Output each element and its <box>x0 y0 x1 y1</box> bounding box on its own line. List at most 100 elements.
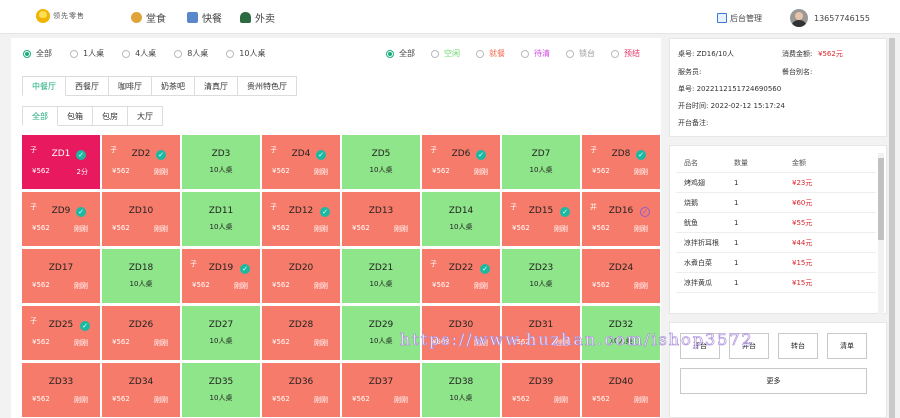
table-card[interactable]: ZD39 ¥562 刚刚 <box>502 363 580 417</box>
list-item[interactable]: 烤鸡翅 1 ¥23元 <box>676 173 876 193</box>
table-card[interactable]: ZD7 10人桌 <box>502 135 580 189</box>
status-filter-to-clean[interactable]: 待清 <box>521 48 550 59</box>
list-item[interactable]: 鱿鱼 1 ¥55元 <box>676 213 876 233</box>
table-status: 刚刚 <box>554 225 568 233</box>
nav-fast-food[interactable]: 快餐 <box>187 10 222 25</box>
page-scrollbar[interactable] <box>888 38 896 418</box>
table-card[interactable]: ZD11 10人桌 <box>182 192 260 246</box>
table-card[interactable]: ZD40 ¥562 刚刚 <box>582 363 660 417</box>
table-card[interactable]: ZD24 ¥562 刚刚 <box>582 249 660 303</box>
table-name: ZD26 <box>128 320 154 330</box>
tab-hall-chinese[interactable]: 中餐厅 <box>22 76 66 96</box>
table-status: 刚刚 <box>314 168 328 176</box>
table-tag: 子 <box>110 146 117 154</box>
list-item[interactable]: 烧鹅 1 ¥60元 <box>676 193 876 213</box>
table-card[interactable]: ZD15 ¥562 刚刚子 ✓ <box>502 192 580 246</box>
size-filter-4[interactable]: 4人桌 <box>122 48 156 59</box>
table-panel: 全部 1人桌 4人桌 8人桌 10人桌 全部 空闲 就餐 待清 锁台 预结 中餐… <box>11 38 661 418</box>
tab-area-hall[interactable]: 大厅 <box>128 106 163 126</box>
table-name: ZD18 <box>128 263 154 273</box>
status-filter-locked[interactable]: 锁台 <box>566 48 595 59</box>
table-card[interactable]: ZD8 ¥562 刚刚子 ✓ <box>582 135 660 189</box>
table-card[interactable]: ZD33 ¥562 刚刚 <box>22 363 100 417</box>
table-card[interactable]: ZD21 10人桌 <box>342 249 420 303</box>
table-name: ZD32 <box>608 320 634 330</box>
table-tag: 并 <box>590 203 597 211</box>
list-item[interactable]: 水煮白菜 1 ¥15元 <box>676 253 876 273</box>
table-card[interactable]: ZD4 ¥562 刚刚子 ✓ <box>262 135 340 189</box>
table-card[interactable]: ZD22 ¥562 刚刚子 ✓ <box>422 249 500 303</box>
tab-area-box[interactable]: 包箱 <box>58 106 93 126</box>
table-card[interactable]: ZD10 ¥562 刚刚 <box>102 192 180 246</box>
tab-hall-tea[interactable]: 奶茶吧 <box>152 76 195 96</box>
table-card[interactable]: ZD14 10人桌 <box>422 192 500 246</box>
table-card[interactable]: ZD1 ¥562 2分子 ✓ <box>22 135 100 189</box>
size-filter-1[interactable]: 1人桌 <box>70 48 104 59</box>
table-card[interactable]: ZD26 ¥562 刚刚 <box>102 306 180 360</box>
tab-hall-guizhou[interactable]: 贵州特色厅 <box>238 76 297 96</box>
table-card[interactable]: ZD12 ¥562 刚刚子 ✓ <box>262 192 340 246</box>
size-filter-all[interactable]: 全部 <box>23 48 52 59</box>
more-button[interactable]: 更多 <box>680 368 867 394</box>
table-card[interactable]: ZD3 10人桌 <box>182 135 260 189</box>
table-card[interactable]: ZD17 ¥562 刚刚 <box>22 249 100 303</box>
table-card[interactable]: ZD16 ¥562 刚刚并 ✓ <box>582 192 660 246</box>
table-capacity: 10人桌 <box>209 223 233 231</box>
table-amount: ¥562 <box>272 281 290 289</box>
transfer-table-button[interactable]: 转台 <box>778 333 818 359</box>
table-card[interactable]: ZD20 ¥562 刚刚 <box>262 249 340 303</box>
table-card[interactable]: ZD19 ¥562 刚刚子 ✓ <box>182 249 260 303</box>
tab-hall-cafe[interactable]: 咖啡厅 <box>109 76 152 96</box>
table-card[interactable]: ZD18 10人桌 <box>102 249 180 303</box>
table-card[interactable]: ZD9 ¥562 刚刚子 ✓ <box>22 192 100 246</box>
table-name: ZD10 <box>128 206 154 216</box>
table-capacity: 10人桌 <box>449 394 473 402</box>
avatar[interactable] <box>790 9 808 27</box>
list-item[interactable]: 凉拌黄瓜 1 ¥15元 <box>676 273 876 293</box>
bill-list-button[interactable]: 清单 <box>827 333 867 359</box>
table-capacity: 10人桌 <box>209 394 233 402</box>
table-card[interactable]: ZD34 ¥562 刚刚 <box>102 363 180 417</box>
table-card[interactable]: ZD6 ¥562 刚刚子 ✓ <box>422 135 500 189</box>
size-filter-10[interactable]: 10人桌 <box>226 48 265 59</box>
table-status: 刚刚 <box>314 339 328 347</box>
tab-hall-western[interactable]: 西餐厅 <box>66 76 109 96</box>
scrollbar-thumb[interactable] <box>878 158 884 240</box>
table-card[interactable]: ZD23 10人桌 <box>502 249 580 303</box>
size-filter: 全部 1人桌 4人桌 8人桌 10人桌 <box>23 48 265 59</box>
table-card[interactable]: ZD13 ¥562 刚刚 <box>342 192 420 246</box>
table-name: ZD40 <box>608 377 634 387</box>
table-status: 刚刚 <box>634 396 648 404</box>
table-capacity: 10人桌 <box>129 280 153 288</box>
check-icon: ✓ <box>76 207 86 217</box>
size-filter-8[interactable]: 8人桌 <box>174 48 208 59</box>
table-status: 刚刚 <box>154 225 168 233</box>
table-card[interactable]: ZD2 ¥562 刚刚子 ✓ <box>102 135 180 189</box>
table-card[interactable]: ZD25 ¥562 刚刚子 ✓ <box>22 306 100 360</box>
table-card[interactable]: ZD5 10人桌 <box>342 135 420 189</box>
status-filter-dining[interactable]: 就餐 <box>476 48 505 59</box>
table-card[interactable]: ZD36 ¥562 刚刚 <box>262 363 340 417</box>
table-card[interactable]: ZD35 10人桌 <box>182 363 260 417</box>
scrollbar-thumb[interactable] <box>889 38 895 418</box>
status-filter-prebill[interactable]: 预结 <box>611 48 640 59</box>
list-item[interactable]: 凉拌折耳根 1 ¥44元 <box>676 233 876 253</box>
table-status: 刚刚 <box>634 225 648 233</box>
status-filter-all[interactable]: 全部 <box>386 48 415 59</box>
table-card[interactable]: ZD27 10人桌 <box>182 306 260 360</box>
table-amount: ¥562 <box>32 281 50 289</box>
tab-area-private-room[interactable]: 包房 <box>93 106 128 126</box>
order-list-scrollbar[interactable] <box>878 153 884 315</box>
table-card[interactable]: ZD38 10人桌 <box>422 363 500 417</box>
status-filter-free[interactable]: 空闲 <box>431 48 460 59</box>
nav-delivery[interactable]: 外卖 <box>240 10 275 25</box>
tab-hall-halal[interactable]: 清真厅 <box>195 76 238 96</box>
table-card[interactable]: ZD28 ¥562 刚刚 <box>262 306 340 360</box>
admin-link[interactable]: 后台管理 <box>717 13 762 24</box>
order-list-header: 品名 数量 金额 <box>676 153 876 173</box>
logo[interactable]: 领先零售 <box>36 9 85 23</box>
tab-area-all[interactable]: 全部 <box>22 106 58 126</box>
nav-dine-in[interactable]: 堂食 <box>131 10 166 25</box>
table-name: ZD30 <box>448 320 474 330</box>
table-card[interactable]: ZD37 ¥562 刚刚 <box>342 363 420 417</box>
